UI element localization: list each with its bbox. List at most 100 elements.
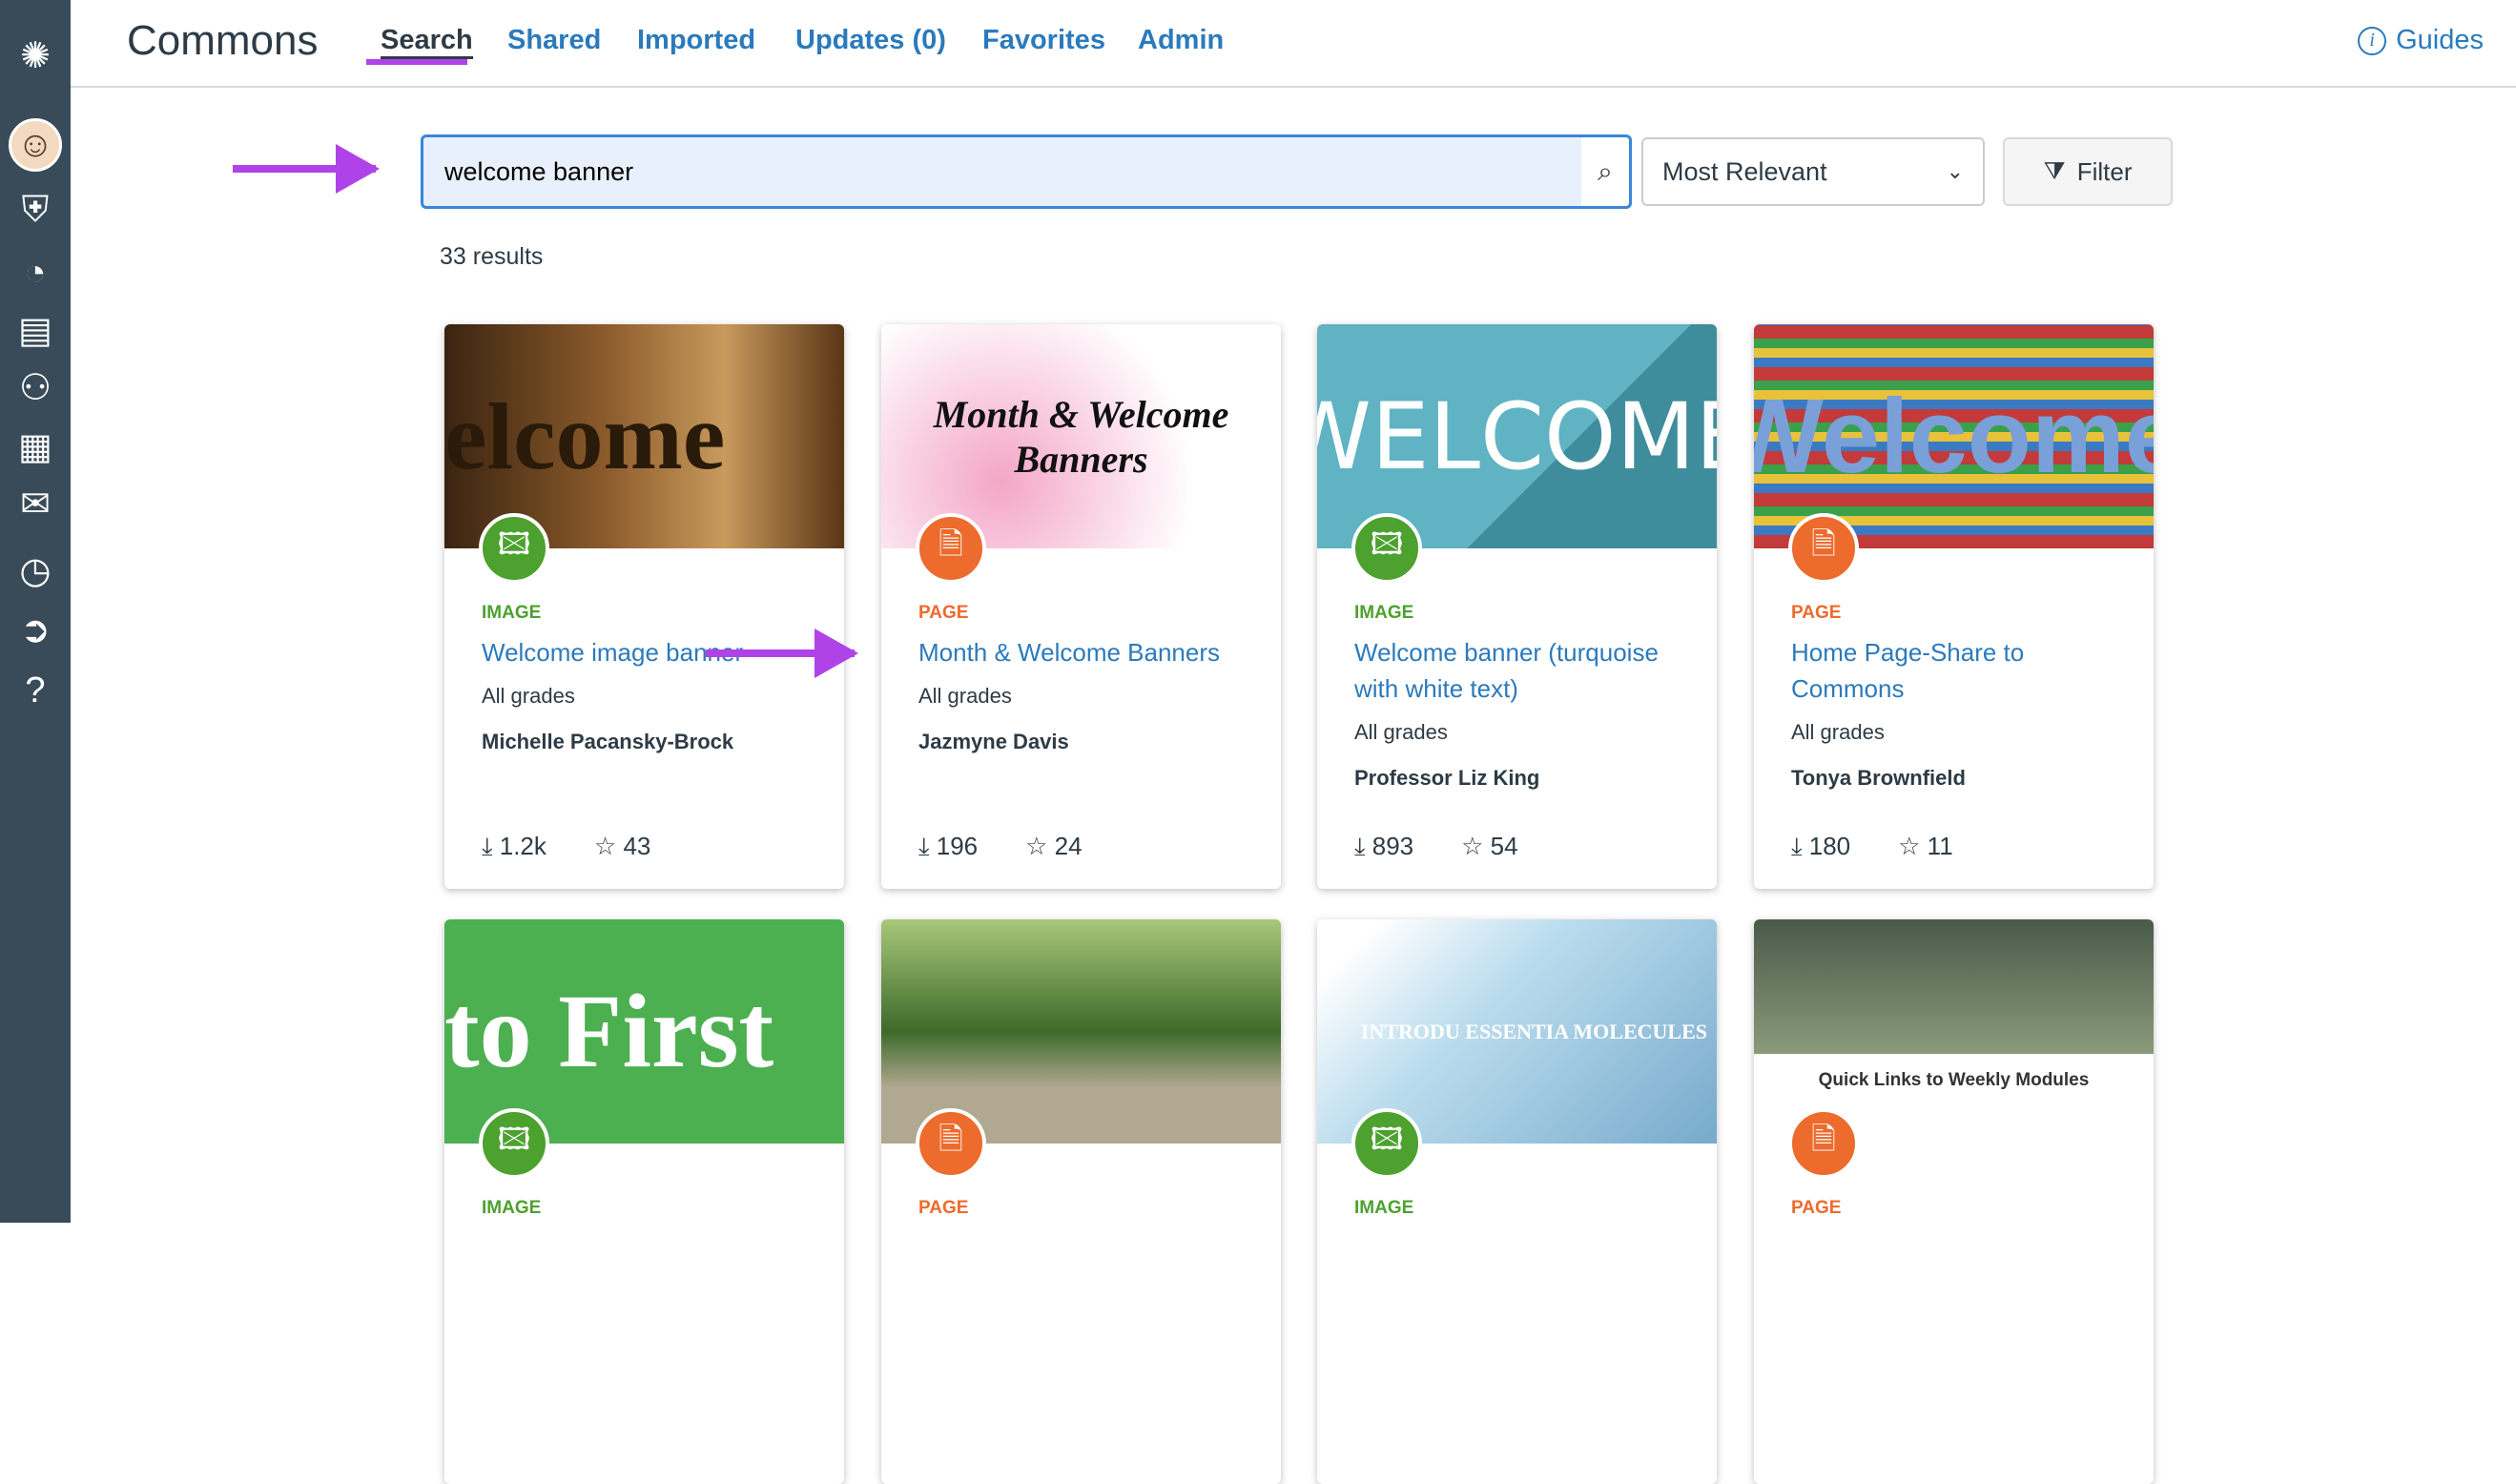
calendar-icon[interactable]: ▦ — [9, 420, 62, 473]
thumbnail-text: WELCOME — [1317, 382, 1717, 490]
card-stats: ⤓ 180 ☆ 11 — [1791, 832, 1953, 862]
download-icon: ⤓ — [918, 832, 930, 860]
filter-button[interactable]: ⧩ Filter — [2003, 137, 2173, 206]
downloads-stat: ⤓ 196 — [918, 832, 978, 862]
card-title-link[interactable]: Welcome banner (turquoise with white tex… — [1354, 634, 1688, 707]
thumbnail-text: Quick Links to Weekly Modules — [1818, 1070, 2090, 1090]
commons-icon[interactable]: ➲ — [9, 603, 62, 656]
card-meta: Home Page-Share to Commons All grades To… — [1791, 634, 2125, 791]
downloads-count: 1.2k — [499, 832, 547, 860]
history-clock-icon[interactable]: ◷ — [9, 544, 62, 597]
page-type-icon: 🗎 — [916, 1108, 986, 1179]
favorites-stat[interactable]: ☆ 43 — [594, 832, 650, 862]
tab-search[interactable]: Search — [381, 25, 473, 59]
result-card[interactable]: elcome 🖾 IMAGE Welcome image banner All g… — [444, 324, 844, 889]
results-count: 33 results — [440, 243, 544, 270]
tab-admin[interactable]: Admin — [1138, 25, 1224, 56]
downloads-count: 196 — [936, 832, 979, 860]
result-card[interactable]: Quick Links to Weekly Modules 🗎 PAGE — [1754, 919, 2154, 1484]
favorites-stat[interactable]: ☆ 54 — [1461, 832, 1517, 862]
card-type-label: IMAGE — [1354, 603, 1414, 623]
thumbnail-text: Month & Welcome Banners — [933, 392, 1229, 481]
downloads-count: 180 — [1808, 832, 1851, 860]
star-icon[interactable]: ☆ — [1025, 832, 1047, 860]
card-author: Jazmyne Davis — [918, 730, 1069, 753]
card-stats: ⤓ 893 ☆ 54 — [1354, 832, 1518, 862]
image-type-icon: 🖾 — [479, 1108, 549, 1179]
result-card[interactable]: WELCOME 🖾 IMAGE Welcome banner (turquoise… — [1317, 324, 1717, 889]
sort-value: Most Relevant — [1662, 156, 1827, 186]
filter-label: Filter — [2076, 156, 2133, 186]
guides-label: Guides — [2396, 25, 2484, 55]
favorites-stat[interactable]: ☆ 24 — [1025, 832, 1082, 862]
sort-select[interactable]: Most Relevant ⌄ — [1641, 137, 1985, 206]
card-stats: ⤓ 1.2k ☆ 43 — [482, 832, 650, 862]
card-meta: Welcome banner (turquoise with white tex… — [1354, 634, 1688, 791]
star-icon[interactable]: ☆ — [594, 832, 616, 860]
search-icon[interactable]: ⌕ — [1581, 137, 1629, 206]
favorites-count: 11 — [1927, 832, 1953, 860]
card-title-link[interactable]: Month & Welcome Banners — [918, 634, 1252, 670]
star-icon[interactable]: ☆ — [1898, 832, 1920, 860]
card-type-label: IMAGE — [482, 1198, 542, 1218]
card-type-label: IMAGE — [482, 603, 542, 623]
filter-icon: ⧩ — [2043, 156, 2066, 185]
card-meta: Month & Welcome Banners All grades Jazmy… — [918, 634, 1252, 754]
tab-updates[interactable]: Updates (0) — [795, 25, 946, 56]
card-grades: All grades — [918, 684, 1012, 708]
page-type-icon: 🗎 — [916, 513, 986, 584]
downloads-count: 893 — [1371, 832, 1414, 860]
card-author: Michelle Pacansky-Brock — [482, 730, 734, 753]
tab-favorites[interactable]: Favorites — [982, 25, 1105, 56]
result-card[interactable]: to First 🖾 IMAGE — [444, 919, 844, 1484]
favorites-count: 54 — [1490, 832, 1518, 860]
groups-icon[interactable]: ⚇ — [9, 361, 62, 414]
card-grades: All grades — [1354, 720, 1448, 744]
page-title: Commons — [127, 17, 319, 64]
courses-icon[interactable]: ▤ — [9, 303, 62, 357]
search-input[interactable] — [423, 156, 1581, 187]
inbox-icon[interactable]: ✉ — [9, 477, 62, 530]
card-grades: All grades — [1791, 720, 1885, 744]
favorites-count: 24 — [1054, 832, 1083, 860]
thumbnail-text: Welcome — [1754, 378, 2154, 495]
thumbnail-text: to First — [444, 973, 774, 1089]
card-type-label: PAGE — [1791, 603, 1842, 623]
result-card[interactable]: Welcome 🗎 PAGE Home Page-Share to Commons… — [1754, 324, 2154, 889]
result-card[interactable]: INTRODU ESSENTIA MOLECULES 🖾 IMAGE — [1317, 919, 1717, 1484]
star-icon[interactable]: ☆ — [1461, 832, 1483, 860]
card-author: Tonya Brownfield — [1791, 766, 1966, 790]
card-grades: All grades — [482, 684, 575, 708]
card-type-label: IMAGE — [1354, 1198, 1414, 1218]
canvas-logo-icon[interactable]: ✺ — [9, 29, 62, 82]
downloads-stat: ⤓ 180 — [1791, 832, 1850, 862]
favorites-stat[interactable]: ☆ 11 — [1898, 832, 1953, 862]
card-author: Professor Liz King — [1354, 766, 1540, 790]
downloads-stat: ⤓ 893 — [1354, 832, 1413, 862]
tab-shared[interactable]: Shared — [507, 25, 601, 56]
annotation-arrow — [706, 629, 858, 678]
help-icon[interactable]: ? — [9, 664, 62, 717]
global-nav-sidebar: ✺ ☺ ⛨ ◔ ▤ ⚇ ▦ ✉ ◷ ➲? — [0, 0, 71, 1223]
annotation-underline — [366, 59, 467, 65]
image-type-icon: 🖾 — [1351, 1108, 1422, 1179]
download-icon: ⤓ — [482, 832, 493, 860]
dashboard-icon[interactable]: ◔ — [9, 246, 62, 299]
avatar-icon[interactable]: ☺ — [9, 118, 62, 172]
info-icon: i — [2358, 26, 2387, 55]
guides-link[interactable]: i Guides — [2358, 25, 2484, 56]
card-title-link[interactable]: Home Page-Share to Commons — [1791, 634, 2125, 707]
chevron-down-icon: ⌄ — [1946, 159, 1964, 183]
thumbnail-text: INTRODU ESSENTIA MOLECULES — [1360, 1019, 1707, 1043]
card-type-label: PAGE — [1791, 1198, 1842, 1218]
header: Commons Search Shared Imported Updates (… — [71, 0, 2516, 88]
result-card[interactable]: 🗎 PAGE — [881, 919, 1281, 1484]
download-icon: ⤓ — [1354, 832, 1366, 860]
admin-shield-icon[interactable]: ⛨ — [9, 183, 62, 237]
result-card[interactable]: Month & Welcome Banners 🗎 PAGE Month & We… — [881, 324, 1281, 889]
thumbnail-text: elcome — [444, 383, 726, 489]
tab-imported[interactable]: Imported — [637, 25, 755, 56]
search-box: ⌕ — [421, 134, 1632, 209]
card-type-label: PAGE — [918, 603, 969, 623]
favorites-count: 43 — [623, 832, 651, 860]
